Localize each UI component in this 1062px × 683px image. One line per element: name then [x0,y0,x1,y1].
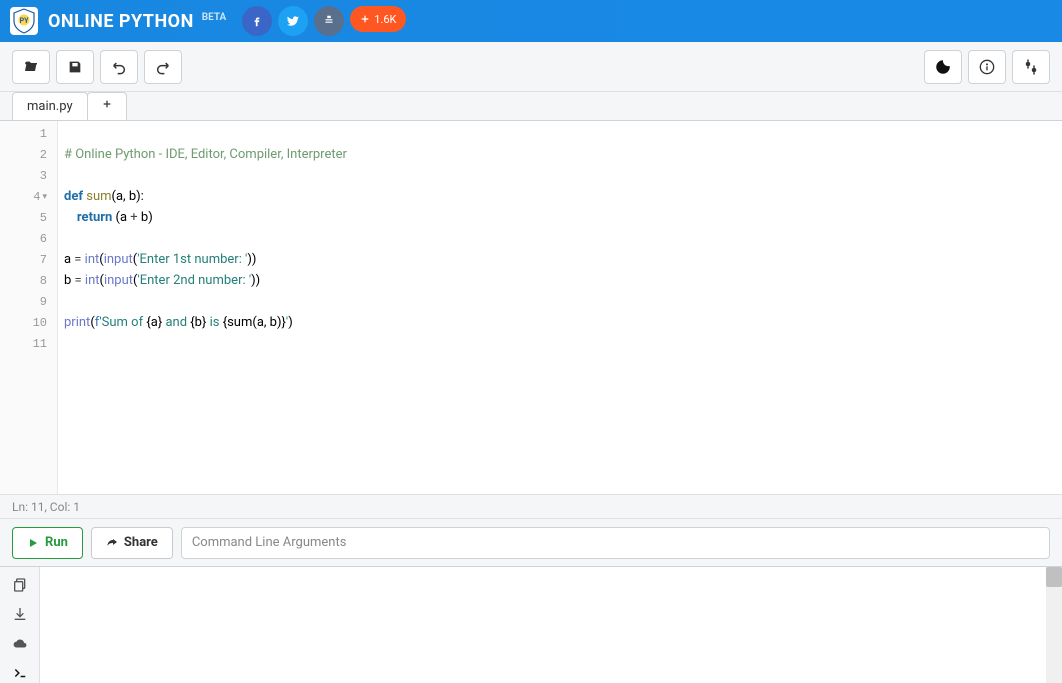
twitter-button[interactable] [278,6,308,36]
line-number: 7 [0,249,57,270]
code-line[interactable]: # Online Python - IDE, Editor, Compiler,… [64,144,1056,165]
run-button[interactable]: Run [12,527,83,559]
reddit-button[interactable] [314,6,344,36]
save-button[interactable] [56,50,94,84]
redo-button[interactable] [144,50,182,84]
toolbar-left [12,50,182,84]
run-label: Run [45,535,68,550]
share-count: 1.6K [374,13,396,26]
run-bar: Run Share [0,518,1062,566]
download-icon[interactable] [9,605,31,625]
facebook-button[interactable] [242,6,272,36]
cloud-icon[interactable] [9,634,31,654]
toolbar [0,42,1062,92]
beta-badge: BETA [202,12,227,23]
code-editor[interactable]: 1234▾567891011 # Online Python - IDE, Ed… [0,120,1062,494]
social-buttons: 1.6K [242,6,406,36]
settings-button[interactable] [1012,50,1050,84]
share-count-button[interactable]: 1.6K [350,6,406,32]
brand-title: ONLINE PYTHON [48,11,194,32]
console-sidebar [0,567,40,683]
line-number: 4▾ [0,186,57,207]
code-line[interactable] [64,228,1056,249]
copy-icon[interactable] [9,575,31,595]
code-line[interactable]: def sum(a, b): [64,186,1056,207]
editor-tabs: main.py [0,92,1062,120]
code-line[interactable]: return (a + b) [64,207,1056,228]
code-line[interactable] [64,165,1056,186]
toolbar-right [924,50,1050,84]
logo: PY [10,7,38,35]
code-area[interactable]: # Online Python - IDE, Editor, Compiler,… [58,121,1062,494]
line-number: 11 [0,333,57,354]
open-button[interactable] [12,50,50,84]
line-number: 9 [0,291,57,312]
code-line[interactable] [64,123,1056,144]
console-output[interactable] [40,567,1062,683]
share-label: Share [124,535,158,550]
info-button[interactable] [968,50,1006,84]
tab-add-button[interactable] [87,92,127,120]
console-panel [0,566,1062,683]
line-number: 5 [0,207,57,228]
line-number: 2 [0,144,57,165]
share-icon [106,537,118,549]
console-scrollbar[interactable] [1046,567,1062,683]
undo-button[interactable] [100,50,138,84]
cursor-position: Ln: 11, Col: 1 [12,500,80,514]
code-line[interactable] [64,333,1056,354]
line-number: 10 [0,312,57,333]
line-gutter: 1234▾567891011 [0,121,58,494]
dark-mode-button[interactable] [924,50,962,84]
top-header: PY ONLINE PYTHON BETA 1.6K [0,0,1062,42]
line-number: 6 [0,228,57,249]
line-number: 3 [0,165,57,186]
line-number: 8 [0,270,57,291]
tab-main[interactable]: main.py [12,92,88,120]
code-line[interactable]: a = int(input('Enter 1st number: ')) [64,249,1056,270]
status-bar: Ln: 11, Col: 1 [0,494,1062,518]
code-line[interactable]: print(f'Sum of {a} and {b} is {sum(a, b)… [64,312,1056,333]
svg-text:PY: PY [20,17,30,25]
code-line[interactable] [64,291,1056,312]
terminal-icon[interactable] [9,664,31,683]
line-number: 1 [0,123,57,144]
cli-args-input[interactable] [181,527,1050,559]
play-icon [27,537,39,549]
code-line[interactable]: b = int(input('Enter 2nd number: ')) [64,270,1056,291]
share-button[interactable]: Share [91,527,173,559]
